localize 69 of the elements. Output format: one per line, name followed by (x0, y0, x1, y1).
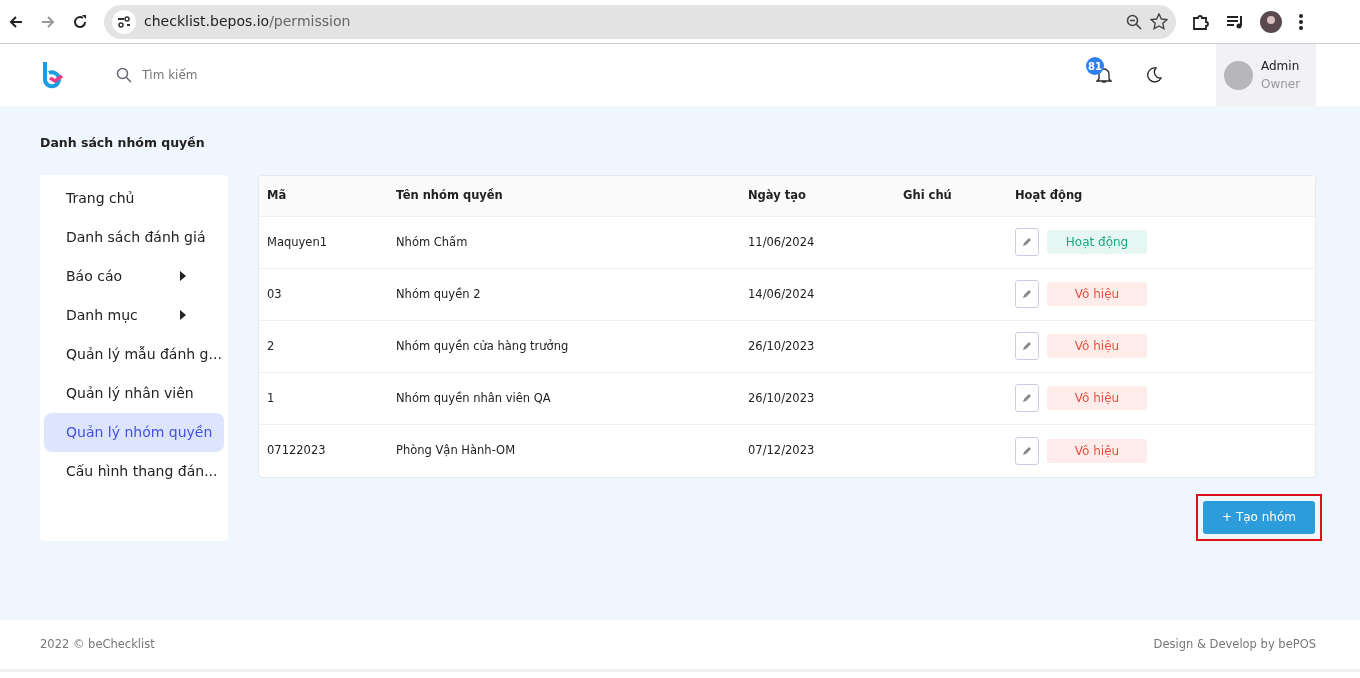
caret-right-icon (180, 310, 186, 321)
user-name: Admin (1261, 58, 1301, 75)
sidebar-item[interactable]: Báo cáo (44, 256, 224, 296)
credit-text: Design & Develop by bePOS (1153, 635, 1316, 653)
sidebar-item[interactable]: Quản lý mẫu đánh g... (44, 334, 224, 374)
table-cell-text: 2 (266, 337, 276, 355)
dark-mode-moon-icon[interactable] (1146, 67, 1162, 83)
table-cell-text: Nhóm quyền cửa hàng trưởng (396, 337, 570, 355)
table-cell-text: Nhóm quyền 2 (396, 285, 482, 303)
table-cell-text: 1 (266, 389, 276, 407)
table-cell-text: Phòng Vận Hành-OM (396, 442, 517, 460)
column-header: Hoạt động (1015, 187, 1084, 205)
pencil-icon (1022, 445, 1032, 456)
status-tag: Vô hiệu (1047, 438, 1147, 463)
notification-badge: 81 (1086, 57, 1104, 75)
table-cell-text: 11/06/2024 (748, 233, 816, 251)
table-cell-text: Maquyen1 (266, 233, 329, 251)
sidebar-item[interactable]: Quản lý nhóm quyền (44, 412, 224, 452)
star-icon[interactable] (1150, 12, 1168, 31)
profile-avatar-icon[interactable] (1260, 10, 1282, 33)
caret-right-icon (180, 271, 186, 282)
column-header: Tên nhóm quyền (396, 187, 504, 205)
edit-button[interactable] (1015, 228, 1039, 257)
site-settings-icon[interactable] (112, 9, 136, 34)
table-cell-text: 26/10/2023 (748, 337, 816, 355)
edit-button[interactable] (1015, 332, 1039, 361)
sidebar-item[interactable]: Cấu hình thang đán... (44, 451, 224, 491)
status-tag: Vô hiệu (1047, 386, 1147, 411)
table-cell-text: Nhóm quyền nhân viên QA (396, 389, 552, 407)
column-header: Ghi chú (903, 187, 953, 205)
sidebar-item[interactable]: Quản lý nhân viên (44, 373, 224, 413)
url-path: /permission (269, 13, 351, 29)
column-header: Ngày tạo (748, 187, 807, 205)
sidebar-item[interactable]: Danh sách đánh giá (44, 217, 224, 257)
table-cell-text: Nhóm Chấm (396, 233, 469, 251)
edit-button[interactable] (1015, 436, 1039, 465)
user-menu[interactable]: Admin Owner (1216, 44, 1316, 106)
puzzle-icon[interactable] (1192, 12, 1210, 31)
pencil-icon (1022, 289, 1032, 300)
edit-button[interactable] (1015, 384, 1039, 413)
table-cell-text: 07/12/2023 (748, 442, 816, 460)
table-cell-text: 03 (266, 285, 283, 303)
search-icon (116, 67, 132, 83)
playlist-icon[interactable] (1226, 13, 1244, 30)
column-header: Mã (266, 187, 288, 205)
forward-icon[interactable] (40, 13, 56, 30)
copyright-text: 2022 © beChecklist (40, 635, 155, 653)
pencil-icon (1022, 341, 1032, 352)
back-icon[interactable] (8, 13, 24, 30)
logo-icon[interactable] (42, 61, 64, 89)
address-bar[interactable]: checklist.bepos.io/permission (104, 4, 1176, 39)
pencil-icon (1022, 393, 1032, 404)
reload-icon[interactable] (72, 13, 88, 30)
edit-button[interactable] (1015, 280, 1039, 309)
table-cell-text: 14/06/2024 (748, 285, 816, 303)
pencil-icon (1022, 237, 1032, 248)
sidebar-item[interactable]: Danh mục (44, 295, 224, 335)
table-cell-text: 07122023 (266, 442, 327, 460)
table-cell-text: 26/10/2023 (748, 389, 816, 407)
user-role: Owner (1261, 76, 1301, 93)
sidebar-item[interactable]: Trang chủ (44, 178, 224, 218)
status-tag: Hoạt động (1047, 230, 1147, 255)
more-menu-icon[interactable] (1298, 12, 1304, 31)
zoom-out-icon[interactable] (1126, 13, 1142, 30)
page-title: Danh sách nhóm quyền (40, 134, 206, 152)
avatar-circle (1224, 60, 1253, 90)
status-tag: Vô hiệu (1047, 334, 1147, 359)
status-tag: Vô hiệu (1047, 282, 1147, 307)
url-host: checklist.bepos.io (144, 13, 270, 29)
